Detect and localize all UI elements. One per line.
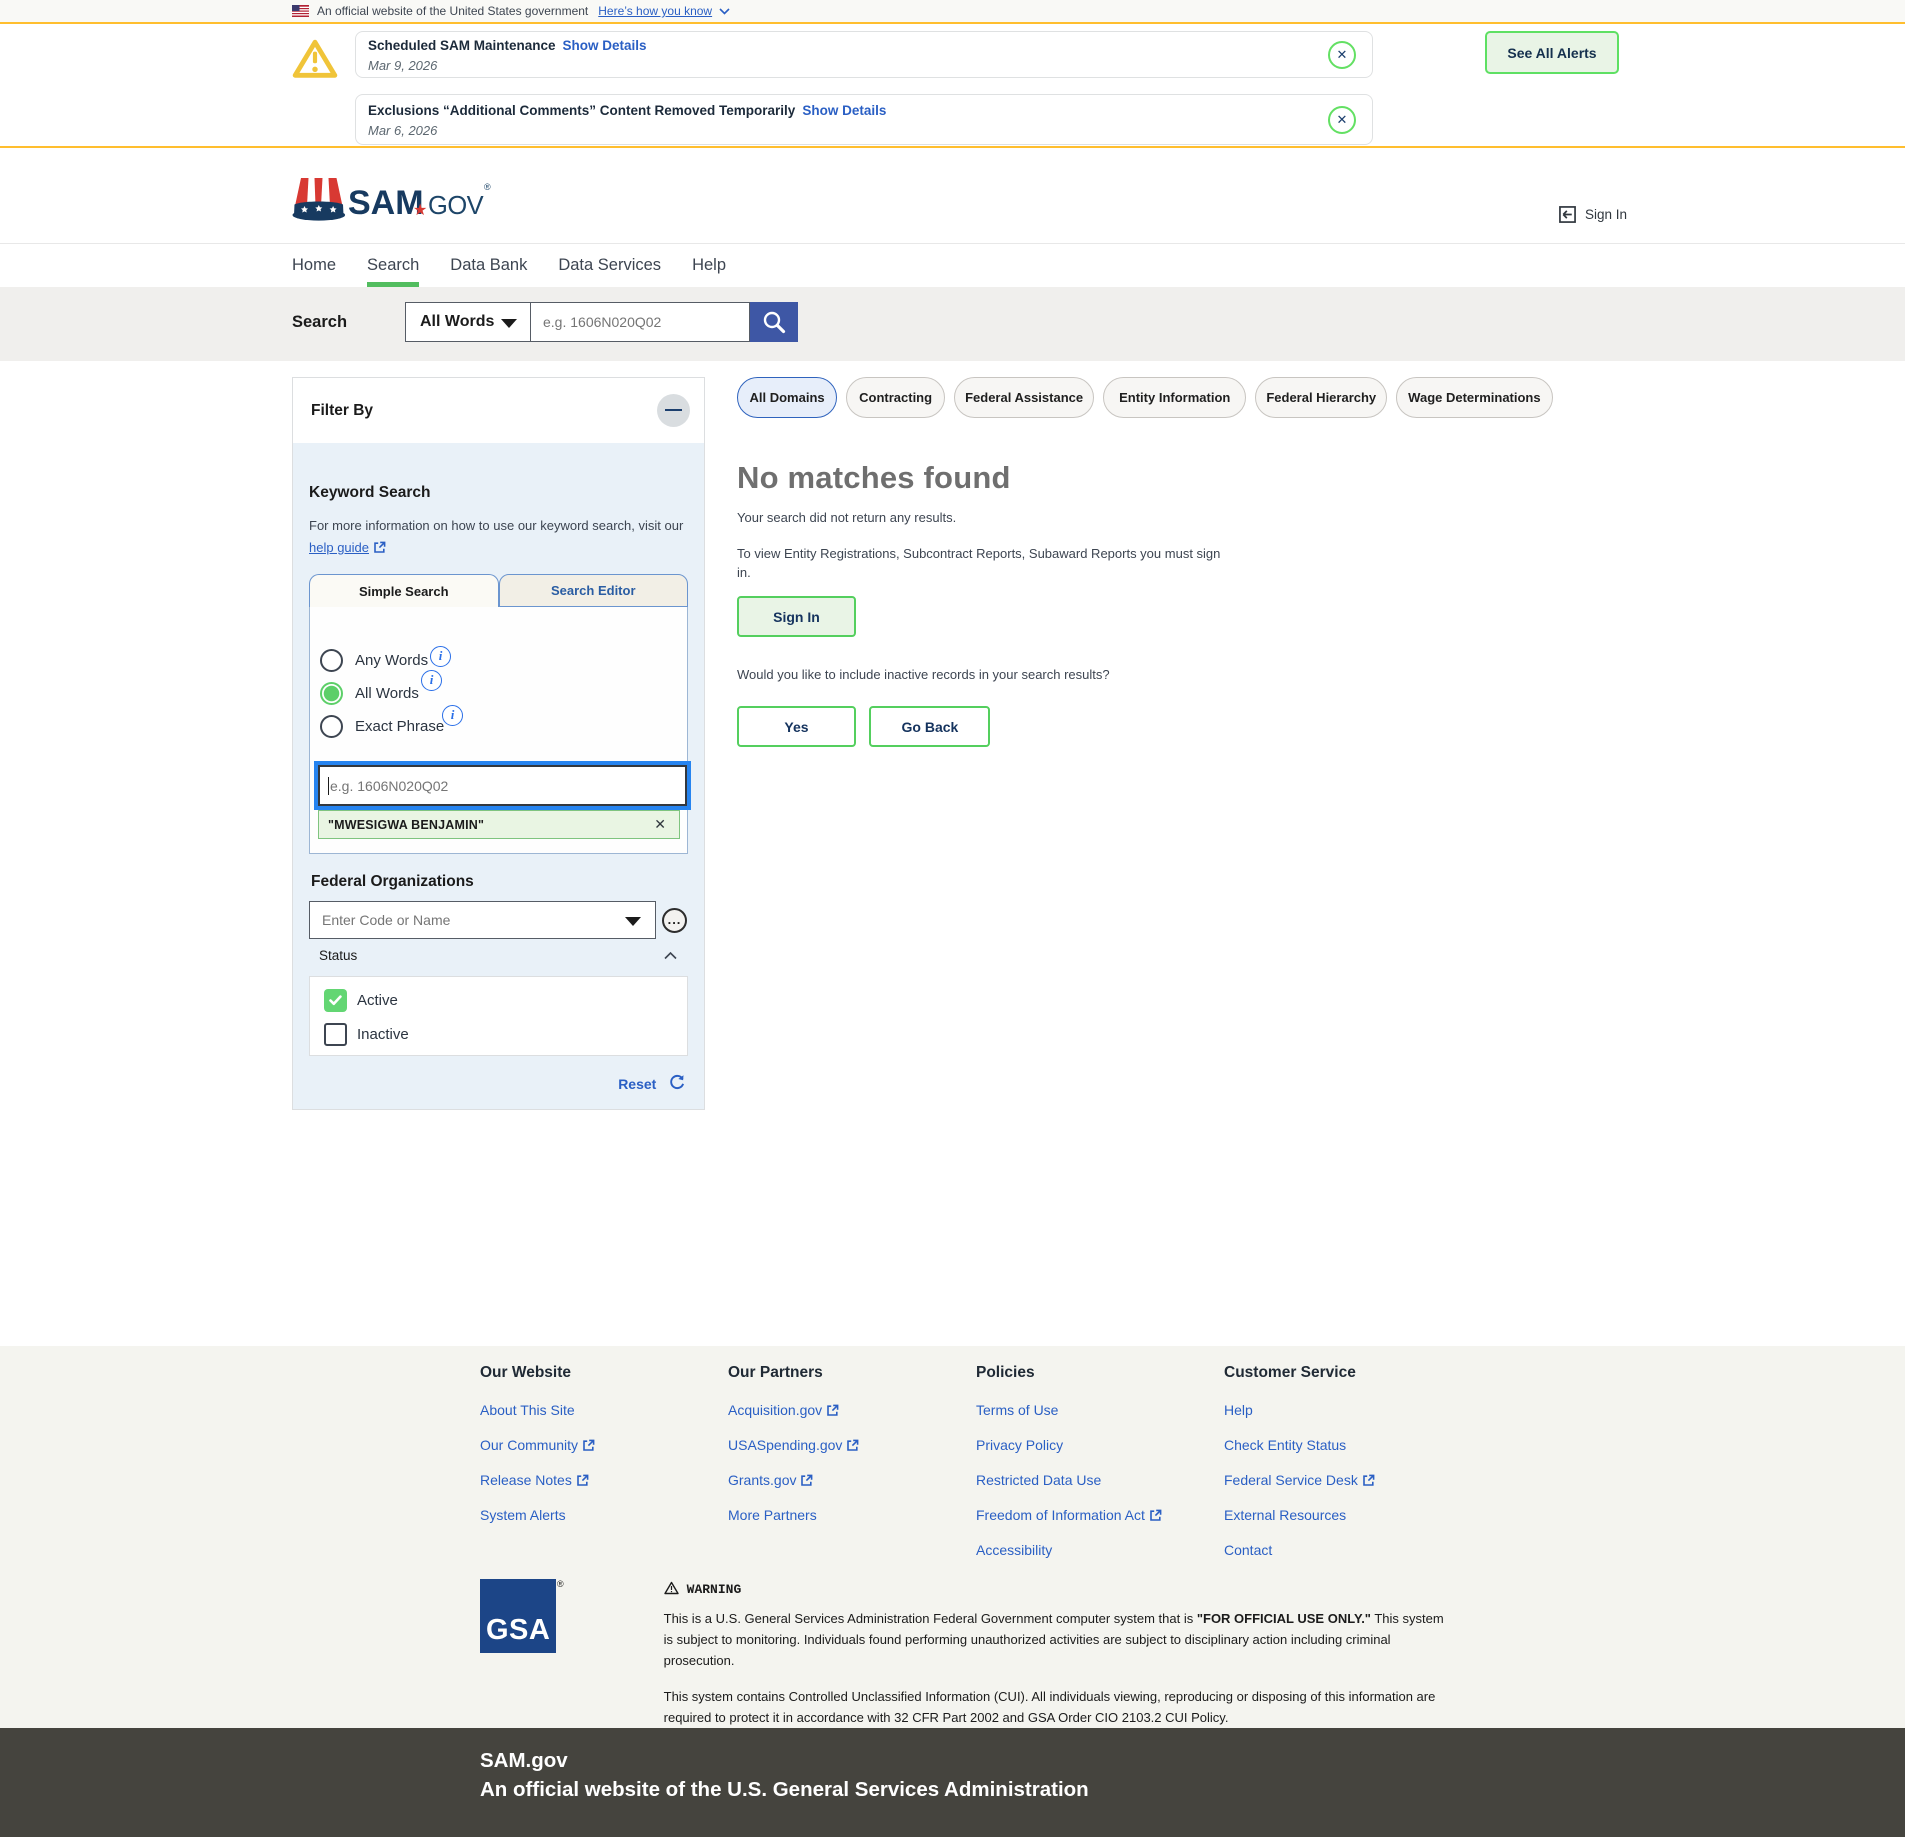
svg-text:★: ★ [413,202,427,219]
svg-text:GOV: GOV [428,192,484,220]
svg-text:®: ® [484,182,491,192]
